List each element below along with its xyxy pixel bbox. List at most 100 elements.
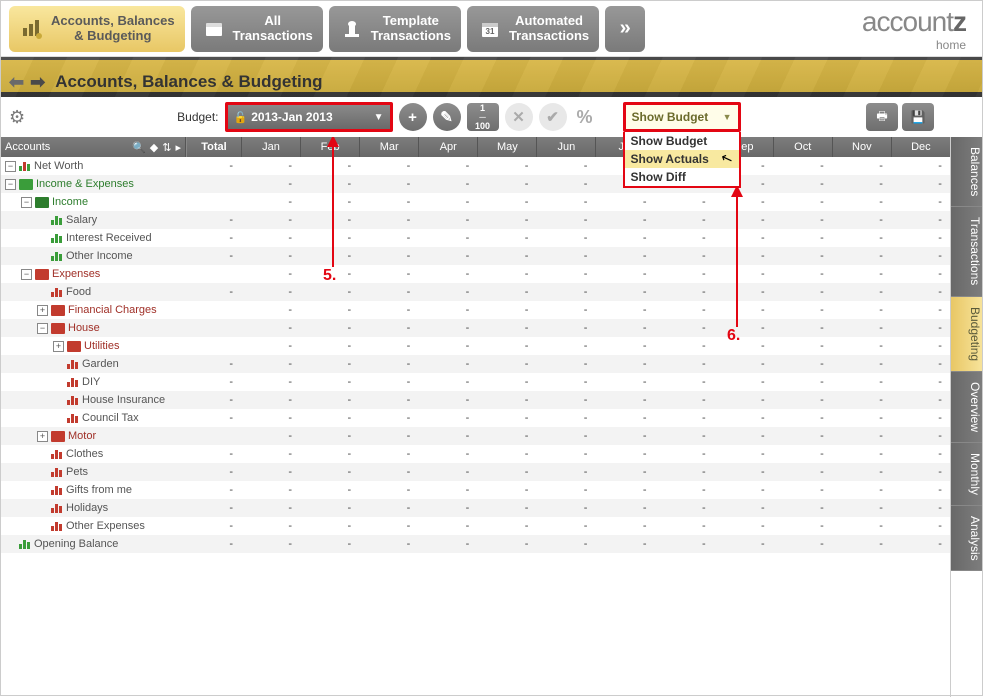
month-cell[interactable]: -	[241, 340, 300, 352]
month-cell[interactable]: -	[536, 178, 595, 190]
month-cell[interactable]: -	[418, 394, 477, 406]
month-cell[interactable]: -	[773, 376, 832, 388]
month-cell[interactable]: -	[891, 376, 950, 388]
expand-icon[interactable]: +	[37, 431, 48, 442]
month-cell[interactable]: -	[536, 286, 595, 298]
month-cell[interactable]: -	[241, 178, 300, 190]
expand-icon[interactable]: +	[37, 305, 48, 316]
month-cell[interactable]: -	[536, 502, 595, 514]
month-cell[interactable]: -	[595, 394, 654, 406]
month-cell[interactable]: -	[832, 160, 891, 172]
month-cell[interactable]: -	[300, 250, 359, 262]
month-cell[interactable]: -	[714, 538, 773, 550]
month-cell[interactable]: -	[714, 502, 773, 514]
month-cell[interactable]: -	[477, 232, 536, 244]
month-cell[interactable]: -	[655, 538, 714, 550]
gear-icon[interactable]: ⚙	[9, 107, 25, 128]
month-cell[interactable]: -	[359, 412, 418, 424]
month-cell[interactable]: -	[891, 448, 950, 460]
month-cell[interactable]: -	[300, 412, 359, 424]
month-cell[interactable]: -	[891, 466, 950, 478]
month-cell[interactable]: -	[300, 286, 359, 298]
month-cell[interactable]: -	[477, 304, 536, 316]
month-cell[interactable]: -	[655, 412, 714, 424]
month-cell[interactable]: -	[832, 502, 891, 514]
month-cell[interactable]: -	[418, 340, 477, 352]
month-cell[interactable]: -	[241, 268, 300, 280]
month-cell[interactable]: -	[891, 430, 950, 442]
collapse-icon[interactable]: −	[5, 179, 16, 190]
month-cell[interactable]: -	[359, 520, 418, 532]
month-cell[interactable]: -	[773, 196, 832, 208]
month-cell[interactable]: -	[832, 214, 891, 226]
month-cell[interactable]: -	[300, 376, 359, 388]
month-cell[interactable]: -	[477, 412, 536, 424]
month-cell[interactable]: -	[714, 466, 773, 478]
month-cell[interactable]: -	[477, 484, 536, 496]
month-cell[interactable]: -	[300, 484, 359, 496]
month-cell[interactable]: -	[536, 376, 595, 388]
month-cell[interactable]: -	[536, 340, 595, 352]
month-cell[interactable]: -	[359, 250, 418, 262]
month-cell[interactable]: -	[300, 160, 359, 172]
table-row[interactable]: −Income & Expenses------------	[1, 175, 950, 193]
month-cell[interactable]: -	[655, 340, 714, 352]
month-cell[interactable]: -	[418, 250, 477, 262]
month-cell[interactable]: -	[832, 340, 891, 352]
month-cell[interactable]: -	[714, 322, 773, 334]
month-cell[interactable]: -	[359, 430, 418, 442]
month-cell[interactable]: -	[832, 394, 891, 406]
table-row[interactable]: Opening Balance-------------	[1, 535, 950, 553]
fraction-button[interactable]: 1─100	[467, 103, 499, 131]
month-cell[interactable]: -	[241, 430, 300, 442]
column-header-nov[interactable]: Nov	[832, 137, 891, 157]
back-arrow-icon[interactable]: ⬅	[9, 72, 24, 93]
edit-button[interactable]: ✎	[433, 103, 461, 131]
month-cell[interactable]: -	[241, 286, 300, 298]
month-cell[interactable]: -	[241, 214, 300, 226]
collapse-icon[interactable]: −	[21, 269, 32, 280]
month-cell[interactable]: -	[300, 268, 359, 280]
month-cell[interactable]: -	[655, 286, 714, 298]
sort-icon[interactable]: ⇅	[162, 141, 171, 154]
month-cell[interactable]: -	[655, 322, 714, 334]
month-cell[interactable]: -	[418, 502, 477, 514]
month-cell[interactable]: -	[477, 214, 536, 226]
month-cell[interactable]: -	[477, 250, 536, 262]
month-cell[interactable]: -	[418, 484, 477, 496]
month-cell[interactable]: -	[241, 196, 300, 208]
tab-budgeting[interactable]: Budgeting	[951, 297, 982, 372]
month-cell[interactable]: -	[655, 394, 714, 406]
month-cell[interactable]: -	[359, 232, 418, 244]
month-cell[interactable]: -	[418, 178, 477, 190]
month-cell[interactable]: -	[595, 538, 654, 550]
month-cell[interactable]: -	[714, 196, 773, 208]
month-cell[interactable]: -	[595, 466, 654, 478]
month-cell[interactable]: -	[536, 268, 595, 280]
month-cell[interactable]: -	[655, 448, 714, 460]
month-cell[interactable]: -	[418, 304, 477, 316]
month-cell[interactable]: -	[595, 430, 654, 442]
nav-all-transactions[interactable]: AllTransactions	[191, 6, 323, 52]
month-cell[interactable]: -	[241, 502, 300, 514]
month-cell[interactable]: -	[891, 196, 950, 208]
month-cell[interactable]: -	[241, 448, 300, 460]
month-cell[interactable]: -	[300, 214, 359, 226]
column-header-mar[interactable]: Mar	[359, 137, 418, 157]
month-cell[interactable]: -	[477, 358, 536, 370]
month-cell[interactable]: -	[595, 484, 654, 496]
month-cell[interactable]: -	[832, 376, 891, 388]
month-cell[interactable]: -	[714, 214, 773, 226]
month-cell[interactable]: -	[773, 268, 832, 280]
month-cell[interactable]: -	[359, 538, 418, 550]
month-cell[interactable]: -	[241, 520, 300, 532]
month-cell[interactable]: -	[418, 466, 477, 478]
month-cell[interactable]: -	[359, 268, 418, 280]
month-cell[interactable]: -	[418, 430, 477, 442]
month-cell[interactable]: -	[418, 520, 477, 532]
month-cell[interactable]: -	[714, 286, 773, 298]
table-row[interactable]: +Motor------------	[1, 427, 950, 445]
month-cell[interactable]: -	[359, 340, 418, 352]
month-cell[interactable]: -	[655, 376, 714, 388]
month-cell[interactable]: -	[536, 322, 595, 334]
